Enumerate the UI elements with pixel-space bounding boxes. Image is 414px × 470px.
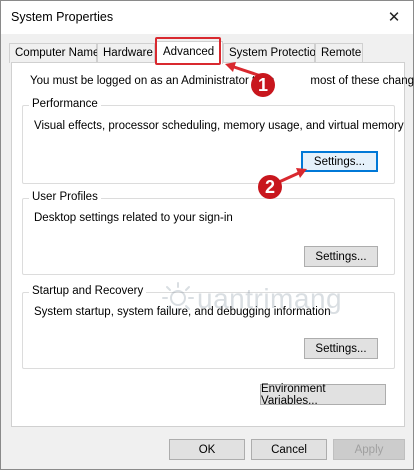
step-1-badge: 1	[251, 73, 275, 97]
environment-variables-button[interactable]: Environment Variables...	[260, 383, 386, 407]
window-title: System Properties	[11, 10, 114, 24]
performance-label: Performance	[29, 98, 101, 110]
performance-group: Performance Visual effects, processor sc…	[22, 98, 404, 184]
ok-button[interactable]: OK	[169, 439, 245, 460]
tab-computer-name[interactable]: Computer Name	[9, 43, 99, 63]
advanced-tab-highlight	[155, 37, 221, 65]
close-icon[interactable]: ✕	[381, 6, 407, 28]
startup-recovery-group: Startup and Recovery System startup, sys…	[22, 285, 395, 369]
cancel-button[interactable]: Cancel	[251, 439, 327, 460]
tab-hardware[interactable]: Hardware	[97, 43, 155, 63]
user-profiles-description: Desktop settings related to your sign-in	[34, 212, 233, 224]
apply-button[interactable]: Apply	[333, 439, 405, 460]
user-profiles-label: User Profiles	[29, 191, 101, 203]
admin-note-end: most of these changes.	[310, 75, 414, 87]
admin-note: You must be logged on as an Administrato…	[30, 75, 414, 87]
user-profiles-settings-button[interactable]: Settings...	[304, 246, 378, 267]
user-profiles-group: User Profiles Desktop settings related t…	[22, 191, 395, 275]
tab-remote[interactable]: Remote	[315, 43, 363, 63]
performance-description: Visual effects, processor scheduling, me…	[34, 120, 404, 132]
step-2-badge: 2	[258, 175, 282, 199]
performance-settings-button[interactable]: Settings...	[301, 151, 378, 172]
admin-note-start: You must be logged on as an Administrato…	[30, 75, 275, 87]
title-bar: System Properties ✕	[1, 1, 413, 34]
system-properties-window: System Properties ✕ Computer Name Hardwa…	[0, 0, 414, 470]
startup-recovery-settings-button[interactable]: Settings...	[304, 338, 378, 359]
tab-system-protection[interactable]: System Protection	[223, 43, 322, 63]
advanced-tab-panel: You must be logged on as an Administrato…	[11, 62, 414, 427]
startup-recovery-description: System startup, system failure, and debu…	[34, 306, 331, 318]
startup-recovery-label: Startup and Recovery	[29, 285, 147, 297]
